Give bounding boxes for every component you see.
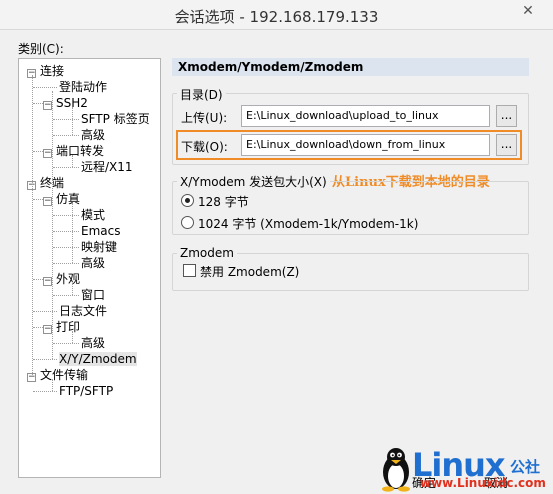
- tree-connector: [53, 215, 79, 216]
- upload-path-input[interactable]: E:\Linux_download\upload_to_linux: [241, 105, 490, 127]
- tree-connector: [53, 343, 79, 344]
- tree-connector: [33, 279, 43, 280]
- panel-header: Xmodem/Ymodem/Zmodem: [172, 58, 529, 76]
- tree-item-label: 连接: [40, 64, 65, 78]
- tree-item[interactable]: − 外观: [43, 271, 80, 287]
- watermark-logo: Linux 公社 www.Linuxidc.com: [378, 444, 553, 494]
- tree-item-label: 外观: [56, 272, 81, 286]
- tree-item-label: 日志文件: [59, 304, 108, 318]
- tree-connector: [72, 331, 73, 343]
- watermark-url: www.Linuxidc.com: [420, 476, 546, 490]
- tree-connector: [53, 135, 79, 136]
- tree-item[interactable]: − 文件传输: [27, 367, 88, 383]
- tree-item[interactable]: 日志文件: [59, 303, 107, 319]
- tree-connector: [53, 247, 79, 248]
- disable-zmodem-checkbox[interactable]: [183, 264, 196, 277]
- tree-connector: [33, 327, 43, 328]
- disable-zmodem-label: 禁用 Zmodem(Z): [200, 265, 300, 279]
- tree-item-label: 仿真: [56, 192, 81, 206]
- tree-connector: [33, 87, 57, 88]
- tree-item[interactable]: 高级: [81, 127, 105, 143]
- download-label: 下载(O):: [181, 140, 228, 154]
- tree-item-label: 模式: [81, 208, 106, 222]
- tree-item[interactable]: − SSH2: [43, 95, 88, 111]
- window-title: 会话选项 - 192.168.179.133: [174, 8, 379, 26]
- tree-connector: [53, 295, 79, 296]
- tree-item-label: SFTP 标签页: [81, 112, 150, 126]
- tree-connector: [72, 203, 73, 263]
- penguin-icon: [382, 448, 410, 492]
- tree-connector: [33, 391, 57, 392]
- tree-item[interactable]: FTP/SFTP: [59, 383, 113, 399]
- radio-1024-label: 1024 字节 (Xmodem-1k/Ymodem-1k): [198, 217, 419, 231]
- upload-browse-button[interactable]: ...: [496, 105, 517, 127]
- tree-connector: [33, 199, 43, 200]
- tree-connector: [32, 75, 33, 375]
- title-bar: 会话选项 - 192.168.179.133 ✕: [0, 0, 553, 30]
- tree-item[interactable]: − 仿真: [43, 191, 80, 207]
- tree-connector: [33, 359, 57, 360]
- tree-item-label: 窗口: [81, 288, 106, 302]
- tree-item-label: 端口转发: [56, 144, 105, 158]
- radio-1024[interactable]: [181, 216, 194, 229]
- tree-item-label: 映射键: [81, 240, 118, 254]
- watermark-cn: 公社: [510, 458, 541, 476]
- zmodem-legend: Zmodem: [177, 246, 237, 260]
- tree-item-label: FTP/SFTP: [59, 384, 114, 398]
- radio-128[interactable]: [181, 194, 194, 207]
- tree-connector: [53, 119, 79, 120]
- packet-size-legend: X/Ymodem 发送包大小(X): [177, 173, 330, 190]
- tree-connector: [33, 103, 43, 104]
- tree-item-label: 打印: [56, 320, 81, 334]
- tree-item[interactable]: 窗口: [81, 287, 105, 303]
- tree-item-label: 高级: [81, 128, 106, 142]
- tree-item[interactable]: Emacs: [81, 223, 120, 239]
- tree-item-label: 高级: [81, 256, 106, 270]
- tree-item[interactable]: 映射键: [81, 239, 117, 255]
- tree-item-label: 登陆动作: [59, 80, 108, 94]
- download-browse-button[interactable]: ...: [496, 134, 517, 156]
- close-icon[interactable]: ✕: [511, 0, 545, 22]
- tree-item-label: 文件传输: [40, 368, 89, 382]
- collapse-icon[interactable]: −: [43, 197, 52, 206]
- tree-connector: [52, 91, 53, 359]
- tree-connector: [52, 379, 53, 391]
- tree-item[interactable]: 高级: [81, 255, 105, 271]
- category-tree[interactable]: − 连接 登陆动作 − SSH2 SFTP 标签页 高级 − 端口转发 远程/X11− 终端 − 仿真模…: [18, 58, 161, 478]
- tree-item[interactable]: 高级: [81, 335, 105, 351]
- tree-connector: [72, 155, 73, 167]
- tree-item[interactable]: SFTP 标签页: [81, 111, 150, 127]
- tree-item[interactable]: 远程/X11: [81, 159, 133, 175]
- tree-item[interactable]: − 打印: [43, 319, 80, 335]
- tree-connector: [53, 231, 79, 232]
- category-label: 类别(C):: [18, 42, 64, 56]
- tree-item-label: 远程/X11: [81, 160, 133, 174]
- tree-item-label: X/Y/Zmodem: [59, 352, 137, 366]
- tree-item[interactable]: 登陆动作: [59, 79, 107, 95]
- collapse-icon[interactable]: −: [43, 101, 52, 110]
- tree-connector: [53, 263, 79, 264]
- download-path-input[interactable]: E:\Linux_download\down_from_linux: [241, 134, 490, 156]
- upload-label: 上传(U):: [181, 111, 228, 125]
- tree-connector: [53, 167, 79, 168]
- radio-128-label: 128 字节: [198, 195, 249, 209]
- tree-item[interactable]: 模式: [81, 207, 105, 223]
- collapse-icon[interactable]: −: [43, 325, 52, 334]
- collapse-icon[interactable]: −: [43, 277, 52, 286]
- tree-connector: [72, 107, 73, 135]
- tree-item-label: Emacs: [81, 224, 121, 238]
- tree-connector: [33, 311, 57, 312]
- tree-item[interactable]: X/Y/Zmodem: [59, 351, 137, 367]
- collapse-icon[interactable]: −: [43, 149, 52, 158]
- tree-connector: [33, 151, 43, 152]
- tree-item-label: 高级: [81, 336, 106, 350]
- tree-connector: [72, 283, 73, 295]
- directory-legend: 目录(D): [177, 86, 226, 103]
